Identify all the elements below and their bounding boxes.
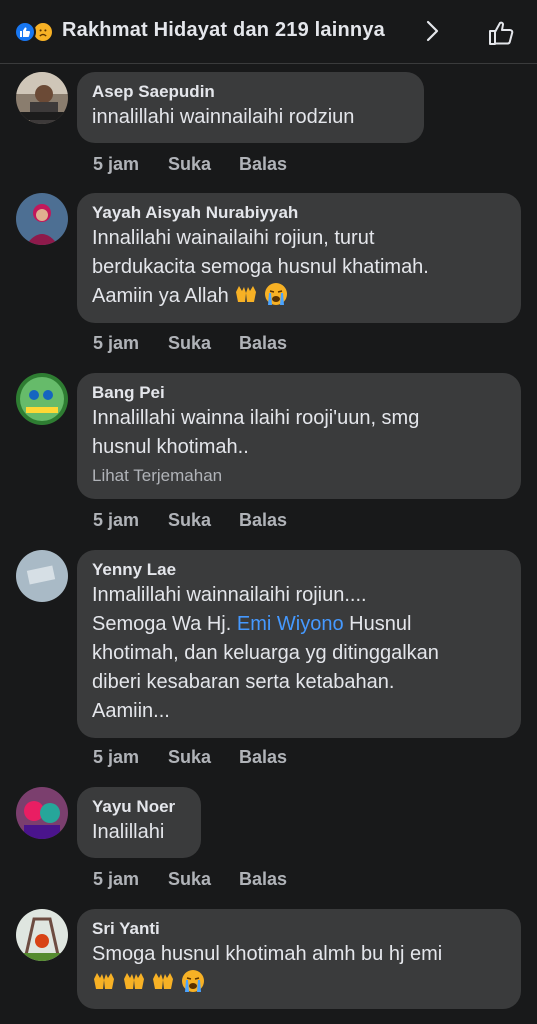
comment-author[interactable]: Yayu Noer <box>92 796 185 818</box>
comment-actions: 5 jam Suka Balas <box>93 333 287 354</box>
raising-hands-emoji-icon <box>153 973 174 989</box>
comment-line: Smoga husnul khotimah almh bu hj emi <box>92 943 443 965</box>
comment-actions: 5 jam Suka Balas <box>93 510 287 531</box>
comment-text: Inalillahi <box>92 821 165 843</box>
avatar[interactable] <box>16 72 68 124</box>
comment-line-text: Semoga Wa Hj. <box>92 613 237 635</box>
avatar[interactable] <box>16 373 68 425</box>
comment-line: Innalilahi wainailaihi rojiun, turut <box>92 227 375 249</box>
comment-bubble[interactable]: Yayah Aisyah Nurabiyyah Innalilahi waina… <box>77 193 521 323</box>
comment-line: Aamiin ya Allah <box>92 282 505 311</box>
comment-time: 5 jam <box>93 747 140 767</box>
comment-time: 5 jam <box>93 154 140 174</box>
mention-link[interactable]: Emi Wiyono <box>237 613 344 635</box>
comment-line-text: Aamiin ya Allah <box>92 285 229 307</box>
comment-actions: 5 jam Suka Balas <box>93 154 287 175</box>
reply-button[interactable]: Balas <box>239 510 287 531</box>
reply-button[interactable]: Balas <box>239 869 287 890</box>
comment-line: diberi kesabaran serta ketabahan. <box>92 671 395 693</box>
comment-line: khotimah, dan keluarga yg ditinggalkan <box>92 642 439 664</box>
raising-hands-emoji-icon <box>123 973 144 989</box>
comment-author[interactable]: Asep Saepudin <box>92 81 408 103</box>
avatar[interactable] <box>16 193 68 245</box>
comment-bubble[interactable]: Yenny Lae Inmalillahi wainnailaihi rojiu… <box>77 550 521 738</box>
comment-line: Inmalillahi wainnailaihi rojiun.... <box>92 584 367 606</box>
comment-author[interactable]: Yenny Lae <box>92 559 505 581</box>
like-button[interactable]: Suka <box>168 333 239 354</box>
avatar[interactable] <box>16 787 68 839</box>
comment-text: Innalillahi wainna ilaihi rooji'uun, smg… <box>92 404 505 462</box>
comment-text: innalillahi wainnailaihi rodziun <box>92 106 355 128</box>
comment-actions: 5 jam Suka Balas <box>93 747 287 768</box>
like-button[interactable]: Suka <box>168 747 239 768</box>
comment-text: Inmalillahi wainnailaihi rojiun.... Semo… <box>92 581 505 726</box>
reaction-icons <box>14 21 60 43</box>
comment-text: Innalilahi wainailaihi rojiun, turut ber… <box>92 224 505 311</box>
comment-bubble[interactable]: Bang Pei Innalillahi wainna ilaihi rooji… <box>77 373 521 499</box>
raising-hands-emoji-icon <box>94 973 114 989</box>
chevron-right-icon[interactable] <box>420 19 444 43</box>
reactors-summary[interactable]: Rakhmat Hidayat dan 219 lainnya <box>62 19 385 42</box>
comment-bubble[interactable]: Sri Yanti Smoga husnul khotimah almh bu … <box>77 909 521 1009</box>
avatar[interactable] <box>16 909 68 961</box>
comment-time: 5 jam <box>93 333 140 353</box>
comment-bubble[interactable]: Yayu Noer Inalillahi <box>77 787 201 858</box>
raising-hands-emoji-icon <box>236 286 257 302</box>
comment-bubble[interactable]: Asep Saepudin innalillahi wainnailaihi r… <box>77 72 424 143</box>
comment-line: berdukacita semoga husnul khatimah. <box>92 256 429 278</box>
reply-button[interactable]: Balas <box>239 747 287 768</box>
comment-line-text: Husnul <box>343 613 412 635</box>
comment-time: 5 jam <box>93 510 140 530</box>
comment-line: Innalillahi wainna ilaihi rooji'uun, smg <box>92 407 420 429</box>
comment-actions: 5 jam Suka Balas <box>93 869 287 890</box>
comment-author[interactable]: Bang Pei <box>92 382 505 404</box>
comment-author[interactable]: Sri Yanti <box>92 918 505 940</box>
comment-line: Aamiin... <box>92 700 170 722</box>
comment-line: husnul khotimah.. <box>92 436 249 458</box>
like-button[interactable]: Suka <box>168 869 239 890</box>
like-button[interactable]: Suka <box>168 154 239 175</box>
reactions-header[interactable]: Rakhmat Hidayat dan 219 lainnya <box>0 0 537 64</box>
like-icon <box>14 21 36 43</box>
comment-text: Smoga husnul khotimah almh bu hj emi <box>92 940 505 999</box>
like-outline-icon[interactable] <box>486 18 516 48</box>
see-translation-link[interactable]: Lihat Terjemahan <box>92 463 505 489</box>
like-button[interactable]: Suka <box>168 510 239 531</box>
comment-author[interactable]: Yayah Aisyah Nurabiyyah <box>92 202 505 224</box>
reply-button[interactable]: Balas <box>239 154 287 175</box>
reply-button[interactable]: Balas <box>239 333 287 354</box>
crying-face-emoji-icon <box>181 970 204 992</box>
avatar[interactable] <box>16 550 68 602</box>
crying-face-emoji-icon <box>264 283 287 305</box>
comment-time: 5 jam <box>93 869 140 889</box>
comment-line: Semoga Wa Hj. Emi Wiyono Husnul <box>92 610 505 639</box>
comment-emoji-line <box>92 969 505 999</box>
